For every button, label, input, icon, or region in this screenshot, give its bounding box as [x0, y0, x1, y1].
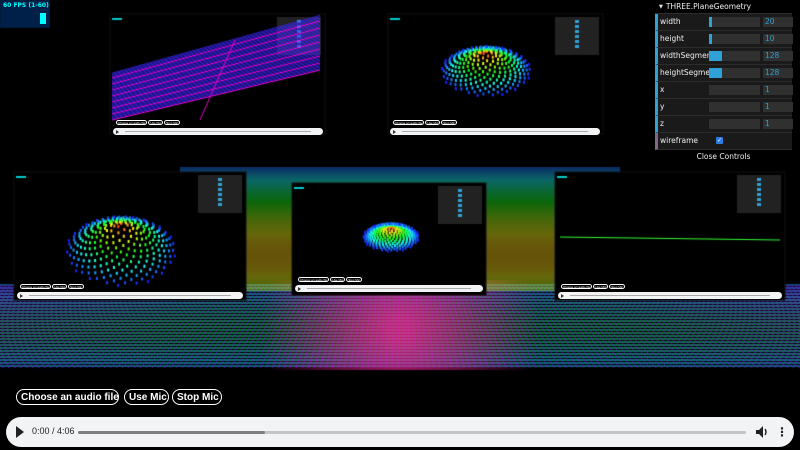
- use-mic-button[interactable]: Use Mic: [124, 389, 169, 405]
- gui-row-wireframe[interactable]: wireframe ✓: [655, 133, 792, 150]
- more-options-icon[interactable]: ⋮: [776, 423, 788, 441]
- mirrored-button-stop: Stop Mic: [68, 284, 84, 289]
- seek-bar[interactable]: [78, 431, 746, 434]
- play-icon: [561, 294, 564, 298]
- play-icon: [20, 294, 23, 298]
- gui-slider-height[interactable]: [709, 34, 760, 44]
- mirrored-controls: Choose an audio file Use Mic Stop Mic: [298, 277, 362, 282]
- gui-folder-title-text: THREE.PlaneGeometry: [665, 2, 752, 11]
- gui-row-y[interactable]: y1: [655, 99, 793, 116]
- gui-label-z: z: [660, 119, 664, 128]
- mirrored-button-file: Choose an audio file: [393, 120, 425, 125]
- play-icon: [298, 287, 301, 291]
- gui-label-wireframe: wireframe: [660, 136, 698, 145]
- geometry-controls-panel: ▼ THREE.PlaneGeometry width 20 height 10 widt…: [655, 0, 793, 163]
- gui-input-width[interactable]: 20: [763, 17, 793, 27]
- gui-slider-z[interactable]: [709, 119, 760, 129]
- gui-slider-x[interactable]: [709, 85, 760, 95]
- mirrored-controls: Choose an audio file Use Mic Stop Mic: [20, 284, 84, 289]
- gui-row-z[interactable]: z1: [655, 116, 793, 133]
- mirrored-player-5: Choose an audio file Use Mic Stop Mic: [558, 284, 782, 300]
- mirrored-button-mic: Use Mic: [425, 120, 441, 125]
- close-controls-button[interactable]: Close Controls: [655, 150, 792, 163]
- gui-row-width[interactable]: width 20: [655, 14, 793, 31]
- mirrored-button-mic: Use Mic: [593, 284, 609, 289]
- mirrored-audio-bar: [558, 292, 782, 299]
- mirrored-audio-bar: [17, 292, 243, 299]
- mirrored-player-4: Choose an audio file Use Mic Stop Mic: [295, 277, 483, 293]
- mirrored-button-mic: Use Mic: [148, 120, 164, 125]
- gui-input-widthSegments[interactable]: 128: [763, 51, 793, 61]
- gui-row-x[interactable]: x1: [655, 82, 793, 99]
- mirrored-controls: Choose an audio file Use Mic Stop Mic: [561, 284, 625, 289]
- mirrored-controls: Choose an audio file Use Mic Stop Mic: [116, 120, 180, 125]
- gui-label-width: width: [660, 17, 681, 26]
- gui-slider-widthSegments[interactable]: [709, 51, 760, 61]
- gui-label-x: x: [660, 85, 665, 94]
- volume-icon[interactable]: [756, 425, 768, 439]
- mirrored-button-file: Choose an audio file: [298, 277, 330, 282]
- mirrored-button-file: Choose an audio file: [116, 120, 148, 125]
- gui-row-height[interactable]: height 10: [655, 31, 793, 48]
- gui-slider-y[interactable]: [709, 102, 760, 112]
- gui-slider-fill: [709, 34, 712, 44]
- gui-label-y: y: [660, 102, 665, 111]
- mirrored-button-stop: Stop Mic: [346, 277, 362, 282]
- gui-label-height: height: [660, 34, 684, 43]
- play-icon: [393, 130, 396, 134]
- stop-mic-button[interactable]: Stop Mic: [172, 389, 222, 405]
- gui-slider-fill: [709, 68, 722, 78]
- mirrored-controls: Choose an audio file Use Mic Stop Mic: [393, 120, 457, 125]
- mirrored-audio-bar: [390, 128, 600, 135]
- gui-input-height[interactable]: 10: [763, 34, 793, 44]
- fps-readout: 60 FPS (1-60): [3, 2, 49, 9]
- mirrored-button-mic: Use Mic: [52, 284, 68, 289]
- mirrored-button-stop: Stop Mic: [164, 120, 180, 125]
- mirrored-button-file: Choose an audio file: [561, 284, 593, 289]
- gui-input-heightSegments[interactable]: 128: [763, 68, 793, 78]
- mirrored-button-file: Choose an audio file: [20, 284, 52, 289]
- gui-input-z[interactable]: 1: [763, 119, 793, 129]
- seek-buffered: [78, 431, 266, 434]
- mirrored-player-3: Choose an audio file Use Mic Stop Mic: [17, 284, 243, 300]
- caret-down-icon: ▼: [659, 4, 663, 10]
- gui-slider-width[interactable]: [709, 17, 760, 27]
- mirrored-button-mic: Use Mic: [330, 277, 346, 282]
- mirrored-audio-bar: [113, 128, 323, 135]
- wireframe-checkbox[interactable]: ✓: [716, 137, 723, 144]
- mirrored-player-1: Choose an audio file Use Mic Stop Mic: [113, 120, 323, 136]
- mirrored-audio-bar: [295, 285, 483, 292]
- choose-audio-file-button[interactable]: Choose an audio file: [16, 389, 119, 405]
- time-display: 0:00 / 4:06: [32, 426, 75, 436]
- gui-folder-title[interactable]: ▼ THREE.PlaneGeometry: [655, 0, 792, 14]
- audio-player: 0:00 / 4:06 ⋮: [6, 417, 794, 447]
- fps-graph-bar: [40, 13, 46, 24]
- play-icon: [116, 130, 119, 134]
- fps-stats-panel[interactable]: 60 FPS (1-60): [0, 0, 50, 28]
- mirrored-player-2: Choose an audio file Use Mic Stop Mic: [390, 120, 600, 136]
- gui-input-y[interactable]: 1: [763, 102, 793, 112]
- gui-slider-fill: [709, 51, 722, 61]
- gui-row-heightSegments[interactable]: heightSegments 128: [655, 65, 793, 82]
- gui-input-x[interactable]: 1: [763, 85, 793, 95]
- mirrored-button-stop: Stop Mic: [441, 120, 457, 125]
- gui-slider-heightSegments[interactable]: [709, 68, 760, 78]
- mirrored-button-stop: Stop Mic: [609, 284, 625, 289]
- gui-row-widthSegments[interactable]: widthSegments 128: [655, 48, 793, 65]
- gui-slider-fill: [709, 17, 712, 27]
- play-icon[interactable]: [16, 426, 24, 438]
